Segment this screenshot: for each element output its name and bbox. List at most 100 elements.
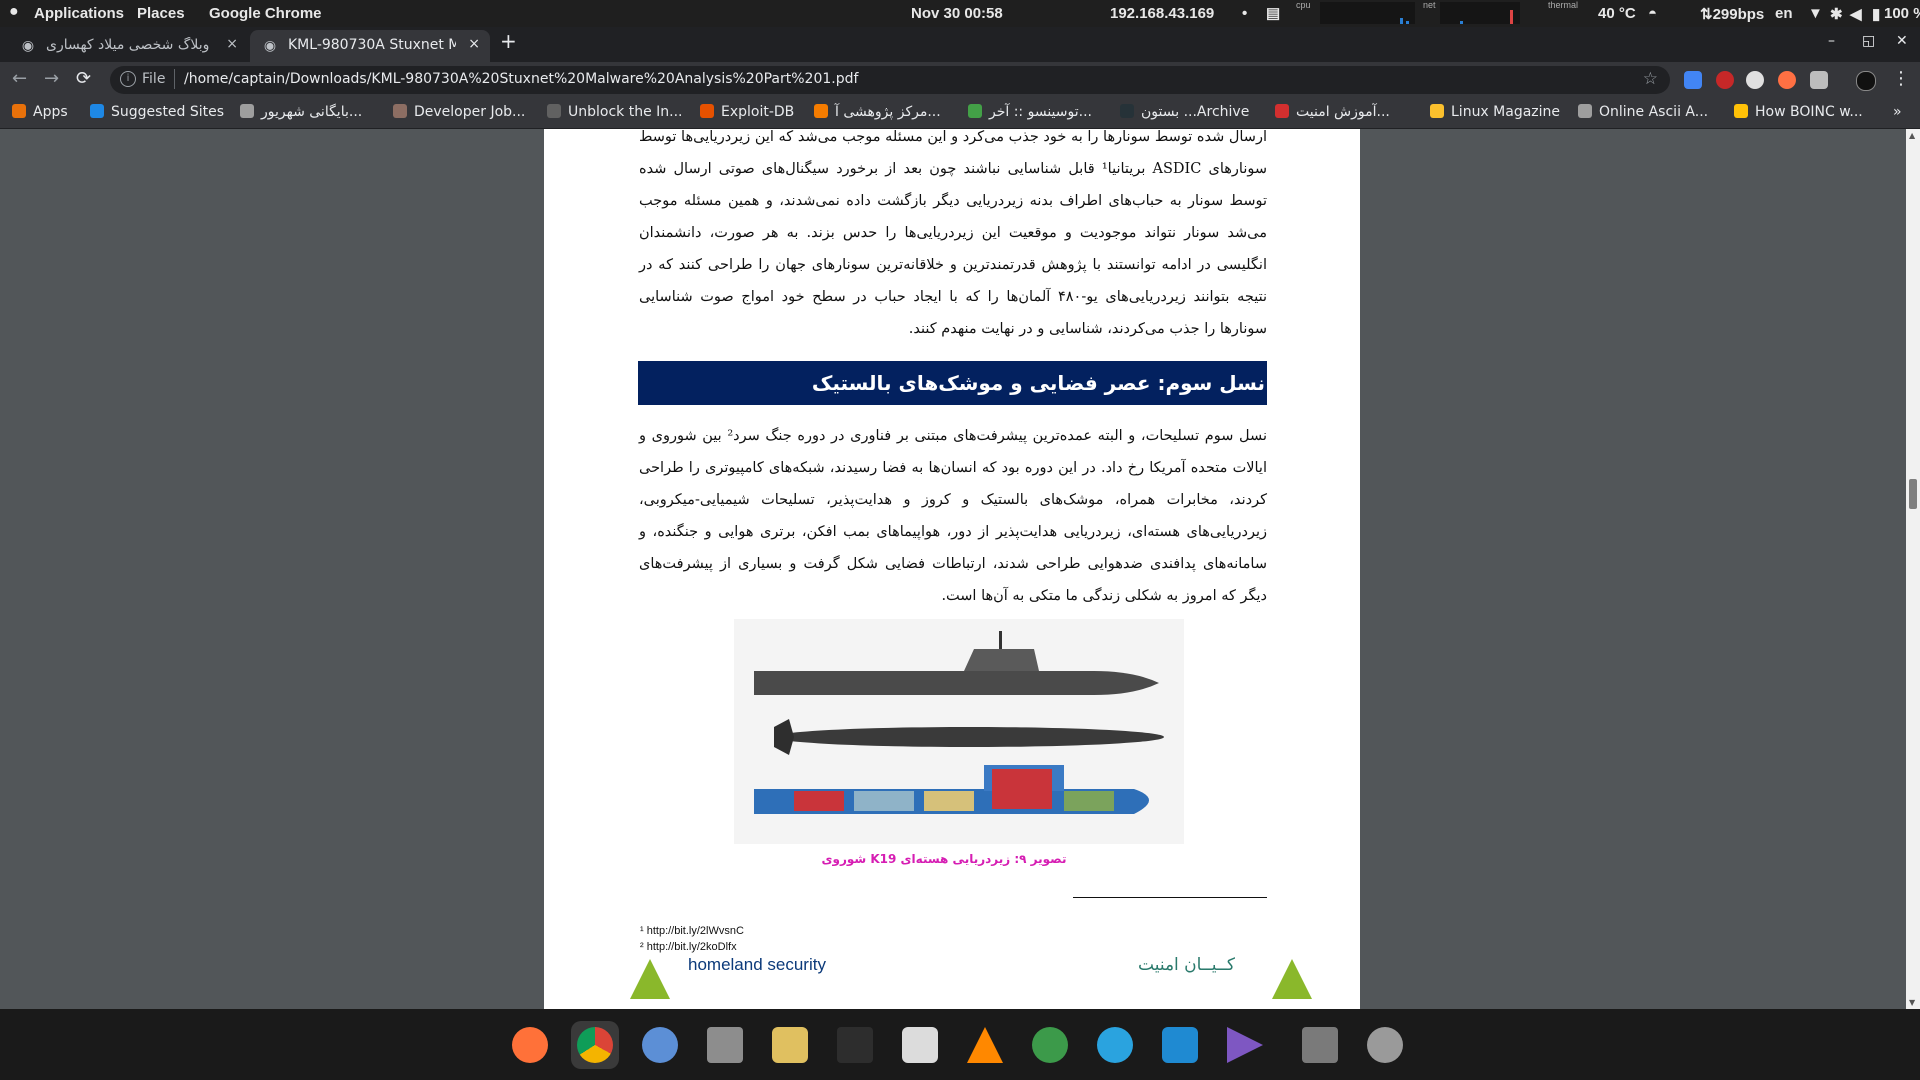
top-panel: ● Applications Places Google Chrome Nov … <box>0 0 1920 27</box>
bookmark-item[interactable]: How BOINC w... <box>1734 104 1863 120</box>
krita-icon[interactable] <box>1026 1021 1074 1069</box>
footnote-2[interactable]: ² http://bit.ly/2koDlfx <box>640 941 737 953</box>
site-icon <box>393 104 407 118</box>
bookmark-label: مرکز پژوهشی آ... <box>835 104 941 120</box>
url-text[interactable]: /home/captain/Downloads/KML-980730A%20St… <box>184 71 858 87</box>
volume-icon[interactable]: ◀ <box>1850 5 1862 23</box>
bookmark-star-icon[interactable]: ☆ <box>1643 69 1658 89</box>
keyboard-layout[interactable]: en <box>1775 5 1793 22</box>
pdf-page: ارسال شده توسط سونارها را به خود جذب می‌… <box>544 129 1360 1009</box>
vscode-icon[interactable] <box>1156 1021 1204 1069</box>
translate-extension-icon[interactable] <box>1684 71 1702 89</box>
net-graph <box>1440 2 1520 24</box>
bookmark-item[interactable]: بایگانی شهریور... <box>240 104 362 120</box>
dock-icon-shape <box>1162 1027 1198 1063</box>
dock-icon-shape <box>577 1027 613 1063</box>
close-window-button[interactable]: ✕ <box>1896 33 1908 49</box>
launcher-icon[interactable] <box>1361 1021 1409 1069</box>
site-icon <box>1275 104 1289 118</box>
system-monitor-icon[interactable]: ▤ <box>1266 4 1280 22</box>
bookmark-item[interactable]: Suggested Sites <box>90 104 224 120</box>
extension-icon[interactable] <box>1746 71 1764 89</box>
chrome-icon[interactable] <box>571 1021 619 1069</box>
bluetooth-icon[interactable]: ✱ <box>1830 5 1843 23</box>
bookmark-item[interactable]: Exploit-DB <box>700 104 794 120</box>
chrome-menu-button[interactable]: ⋮ <box>1892 68 1910 89</box>
submarine-image <box>734 619 1184 844</box>
scroll-up-arrow-icon[interactable]: ▲ <box>1909 131 1915 140</box>
telegram-icon[interactable] <box>1091 1021 1139 1069</box>
shield-extension-icon[interactable] <box>1716 71 1734 89</box>
bookmark-item[interactable]: بستون ...Archive <box>1120 104 1249 120</box>
bookmark-apps[interactable]: Apps <box>12 104 68 120</box>
maximize-button[interactable]: ◱ <box>1862 33 1875 49</box>
extension-icon[interactable] <box>1778 71 1796 89</box>
bookmark-item[interactable]: آموزش امنیت... <box>1275 104 1390 120</box>
dock <box>0 1009 1920 1080</box>
section-heading-text: نسل سوم: عصر فضایی و موشک‌های بالستیک <box>811 371 1265 395</box>
site-icon <box>814 104 828 118</box>
close-tab-icon[interactable]: × <box>468 36 480 52</box>
net-speed: ⇅299bps <box>1700 6 1765 23</box>
tab-blog[interactable]: ◉ وبلاگ شخصی میلاد کهساری × <box>8 30 248 62</box>
bookmark-item[interactable]: Developer Job... <box>393 104 525 120</box>
play-store-icon[interactable] <box>1221 1021 1269 1069</box>
bookmark-label: Developer Job... <box>414 104 526 120</box>
dock-icon-shape <box>1302 1027 1338 1063</box>
files-icon[interactable] <box>701 1021 749 1069</box>
cpu-label: cpu <box>1296 0 1311 10</box>
scheme-label: File <box>142 71 166 87</box>
clock[interactable]: Nov 30 00:58 <box>911 5 1003 22</box>
profile-avatar[interactable] <box>1856 71 1876 91</box>
battery-level: 100 % <box>1884 5 1920 22</box>
terminal-icon[interactable] <box>831 1021 879 1069</box>
active-app-menu[interactable]: Google Chrome <box>209 5 322 22</box>
scrollbar-thumb[interactable] <box>1909 479 1917 509</box>
tab-pdf[interactable]: ◉ KML-980730A Stuxnet Ma × <box>250 30 490 62</box>
bookmarks-overflow-button[interactable]: » <box>1893 104 1902 120</box>
thunderbird-icon[interactable] <box>636 1021 684 1069</box>
forward-button[interactable]: → <box>44 68 59 89</box>
reload-button[interactable]: ⟳ <box>76 68 91 89</box>
vertical-scrollbar[interactable]: ▲ ▼ <box>1906 129 1920 1009</box>
bookmark-item[interactable]: توسینسو :: آخر... <box>968 104 1092 120</box>
close-tab-icon[interactable]: × <box>226 36 238 52</box>
logo-text: homeland security <box>688 955 826 974</box>
apple-icon[interactable]: ● <box>9 3 19 21</box>
scroll-down-arrow-icon[interactable]: ▼ <box>1909 998 1915 1007</box>
bookmarks-bar: Apps Suggested Sites بایگانی شهریور... D… <box>0 98 1920 129</box>
bookmark-label: Linux Magazine <box>1451 104 1561 120</box>
bookmark-item[interactable]: Online Ascii A... <box>1578 104 1708 120</box>
dock-icon-shape <box>1367 1027 1403 1063</box>
bookmark-item[interactable]: Unblock the In... <box>547 104 683 120</box>
footnote-divider <box>1073 897 1267 898</box>
battery-icon[interactable]: ▮ <box>1872 5 1880 23</box>
vlc-icon[interactable] <box>961 1021 1009 1069</box>
minimize-button[interactable]: – <box>1828 33 1835 49</box>
extension-icon[interactable] <box>1810 71 1828 89</box>
pdf-viewer[interactable]: ارسال شده توسط سونارها را به خود جذب می‌… <box>0 129 1906 1009</box>
bookmark-label: Suggested Sites <box>111 104 225 120</box>
trash-icon[interactable] <box>1296 1021 1344 1069</box>
bookmark-label: Exploit-DB <box>721 104 795 120</box>
bookmark-label: بستون ...Archive <box>1141 104 1250 120</box>
bookmark-label: توسینسو :: آخر... <box>989 104 1092 120</box>
firefox-icon[interactable] <box>506 1021 554 1069</box>
rhythmbox-icon[interactable] <box>766 1021 814 1069</box>
headphones-icon[interactable]: ◓ <box>1648 5 1657 22</box>
software-center-icon[interactable] <box>896 1021 944 1069</box>
logo-text: کــیــان امنیت <box>1138 955 1235 975</box>
linux-magazine-icon <box>1430 104 1444 118</box>
bookmark-item[interactable]: Linux Magazine <box>1430 104 1560 120</box>
bookmark-label: How BOINC w... <box>1755 104 1863 120</box>
footnote-1[interactable]: ¹ http://bit.ly/2lWvsnC <box>640 925 744 937</box>
applications-menu[interactable]: Applications <box>34 5 124 22</box>
address-bar[interactable]: i File /home/captain/Downloads/KML-98073… <box>110 66 1670 94</box>
new-tab-button[interactable]: + <box>500 29 517 53</box>
bookmark-item[interactable]: مرکز پژوهشی آ... <box>814 104 941 120</box>
wifi-icon[interactable]: ▼ <box>1808 5 1823 22</box>
back-button[interactable]: ← <box>12 68 27 89</box>
browser-toolbar: ← → ⟳ i File /home/captain/Downloads/KML… <box>0 62 1920 98</box>
info-icon[interactable]: i <box>120 71 136 87</box>
places-menu[interactable]: Places <box>137 5 185 22</box>
